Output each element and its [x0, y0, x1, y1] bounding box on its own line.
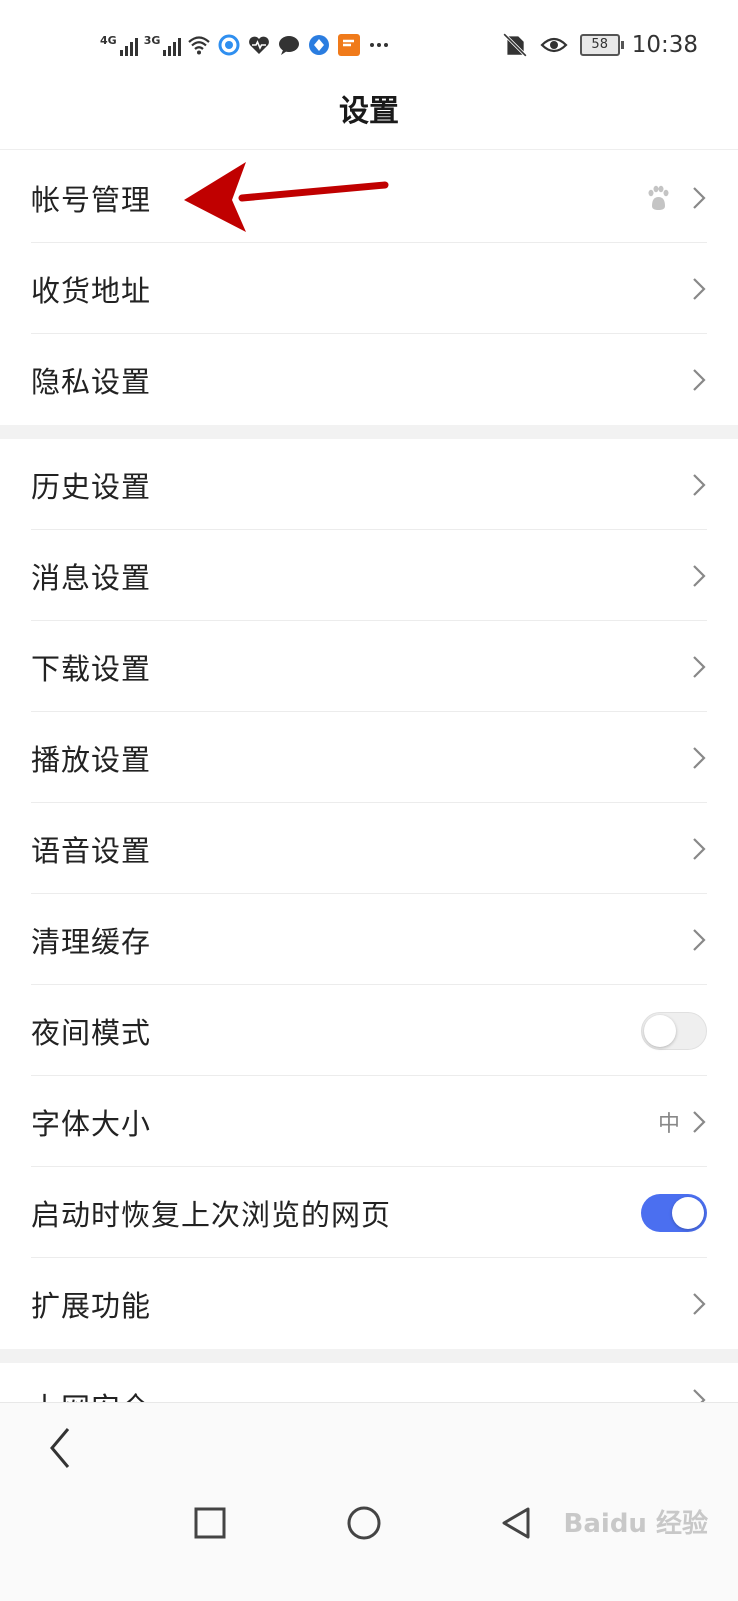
chat-icon — [279, 36, 300, 55]
chevron-right-icon — [693, 1292, 706, 1315]
annotation-arrow-icon — [184, 162, 389, 232]
toggle-knob — [672, 1196, 704, 1229]
settings-item-label: 下载设置 — [31, 651, 152, 686]
settings-item-restore-last-pages: 启动时恢复上次浏览的网页 — [0, 1167, 738, 1258]
system-back-button[interactable] — [496, 1503, 536, 1543]
settings-item-label: 历史设置 — [31, 469, 152, 504]
settings-section-general: 历史设置 消息设置 下载设置 播放设置 语音设置 清理缓存 夜间模式 字体大小 … — [0, 439, 738, 1349]
settings-item-label: 帐号管理 — [31, 182, 152, 217]
night-mode-toggle[interactable] — [641, 1011, 707, 1050]
settings-item-downloads[interactable]: 下载设置 — [0, 621, 738, 712]
settings-section-security: 上网安全 — [0, 1363, 738, 1402]
chevron-right-icon — [693, 564, 706, 587]
settings-item-night-mode: 夜间模式 — [0, 985, 738, 1076]
wifi-icon — [188, 36, 211, 55]
recent-apps-button[interactable] — [190, 1503, 230, 1543]
chevron-right-icon — [693, 928, 706, 951]
settings-item-label: 收货地址 — [31, 273, 152, 308]
signal-4g-icon: 4G — [100, 34, 138, 56]
header-divider — [0, 149, 738, 150]
settings-item-label: 消息设置 — [31, 560, 152, 595]
chevron-right-icon — [693, 368, 706, 391]
page-title: 设置 — [339, 94, 399, 129]
watermark: Baidu 经验 — [563, 1509, 708, 1539]
chevron-right-icon — [693, 655, 706, 678]
restore-pages-toggle[interactable] — [641, 1193, 707, 1232]
status-left-icons: 4G 3G — [100, 28, 391, 62]
settings-item-privacy[interactable]: 隐私设置 — [0, 334, 738, 425]
chevron-right-icon — [693, 1110, 706, 1133]
clock: 10:38 — [631, 32, 698, 58]
settings-item-extensions[interactable]: 扩展功能 — [0, 1258, 738, 1349]
network-type-label: 4G — [100, 34, 117, 47]
chevron-right-icon — [693, 837, 706, 860]
settings-item-voice[interactable]: 语音设置 — [0, 803, 738, 894]
no-sim-icon — [502, 33, 527, 57]
browser-icon — [218, 34, 240, 56]
chevron-right-icon — [693, 473, 706, 496]
settings-item-label: 启动时恢复上次浏览的网页 — [31, 1197, 392, 1232]
settings-item-font-size[interactable]: 字体大小 中 — [0, 1076, 738, 1167]
chevron-right-icon — [693, 746, 706, 769]
settings-item-label: 字体大小 — [31, 1106, 152, 1141]
chevron-right-icon — [693, 186, 706, 209]
signal-3g-icon: 3G — [144, 34, 182, 56]
section-gap — [0, 425, 738, 439]
settings-item-label: 夜间模式 — [31, 1015, 152, 1050]
back-button[interactable] — [42, 1423, 78, 1473]
section-gap — [0, 1349, 738, 1363]
settings-item-label: 语音设置 — [31, 833, 152, 868]
baidu-paw-icon — [648, 185, 669, 210]
status-right-icons: 58 10:38 — [502, 26, 698, 64]
news-icon — [338, 34, 361, 56]
font-size-value: 中 — [657, 1111, 680, 1137]
health-icon — [249, 36, 270, 54]
network-type-label: 3G — [143, 34, 161, 47]
settings-item-history[interactable]: 历史设置 — [0, 439, 738, 530]
settings-item-label: 上网安全 — [31, 1385, 151, 1402]
settings-item-web-security[interactable]: 上网安全 — [0, 1363, 738, 1402]
settings-item-playback[interactable]: 播放设置 — [0, 712, 738, 803]
battery-indicator: 58 — [579, 34, 624, 56]
app-icon — [309, 35, 330, 55]
chevron-right-icon — [693, 277, 706, 300]
toggle-knob — [644, 1014, 676, 1047]
chevron-right-icon — [693, 1389, 706, 1402]
eye-icon — [540, 37, 568, 53]
more-icon — [370, 43, 389, 47]
status-bar: 4G 3G 58 10:38 — [0, 0, 738, 90]
settings-item-label: 隐私设置 — [31, 364, 152, 399]
home-button[interactable] — [344, 1503, 384, 1543]
settings-item-shipping-address[interactable]: 收货地址 — [0, 243, 738, 334]
bottom-navigation: Baidu 经验 — [0, 1402, 738, 1601]
settings-item-clear-cache[interactable]: 清理缓存 — [0, 894, 738, 985]
settings-item-label: 播放设置 — [31, 742, 152, 777]
settings-item-label: 扩展功能 — [31, 1288, 152, 1323]
settings-item-label: 清理缓存 — [31, 924, 152, 959]
settings-item-messages[interactable]: 消息设置 — [0, 530, 738, 621]
